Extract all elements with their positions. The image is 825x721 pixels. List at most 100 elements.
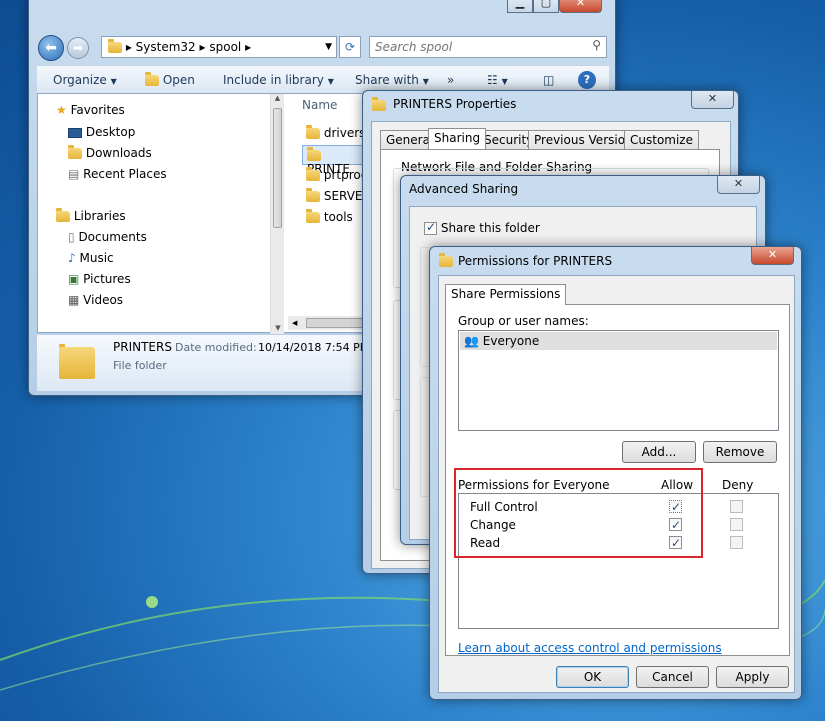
highlight-box: [454, 468, 703, 558]
users-icon: 👥: [464, 334, 479, 348]
permissions-client: Share Permissions Group or user names: 👥…: [438, 275, 795, 693]
chevron-down-icon[interactable]: ▼: [325, 37, 332, 57]
recent-places-icon: ▤: [68, 167, 80, 181]
pictures-icon: ▣: [68, 272, 80, 286]
search-box[interactable]: ⚲: [369, 36, 607, 58]
command-bar: Organize ▼ Open Include in library ▼ Sha…: [37, 65, 609, 93]
close-button[interactable]: ✕: [751, 247, 794, 265]
open-button[interactable]: Open: [145, 66, 195, 94]
favorites-header[interactable]: ★ Favorites: [56, 103, 125, 117]
folder-icon: [306, 209, 320, 223]
help-icon[interactable]: ?: [578, 71, 596, 89]
breadcrumb-system32[interactable]: System32: [136, 40, 196, 54]
deny-checkbox-full-control[interactable]: [730, 500, 743, 513]
nav-item-desktop[interactable]: Desktop: [68, 125, 135, 139]
nav-scrollbar[interactable]: ▲ ▼: [270, 94, 284, 334]
folder-icon: [306, 125, 320, 139]
nav-item-documents[interactable]: ▯ Documents: [68, 230, 147, 244]
address-bar[interactable]: ▸ System32 ▸ spool ▸ ▼: [101, 36, 337, 58]
properties-title: PRINTERS Properties: [393, 97, 517, 111]
scroll-thumb[interactable]: [273, 108, 282, 228]
scroll-thumb[interactable]: [305, 318, 366, 328]
folder-large-icon: [59, 344, 95, 379]
nav-item-music[interactable]: ♪ Music: [68, 251, 114, 265]
chevron-down-icon: ▼: [327, 77, 334, 86]
tab-sharing[interactable]: Sharing: [428, 128, 487, 149]
refresh-icon: ⟳: [344, 40, 356, 54]
scroll-down-icon[interactable]: ▼: [271, 324, 285, 332]
chevron-down-icon: ▼: [422, 77, 429, 86]
include-library-menu[interactable]: Include in library ▼: [223, 66, 334, 96]
close-button[interactable]: ✕: [691, 91, 734, 109]
file-item-tools[interactable]: tools: [306, 209, 353, 224]
forward-arrow-icon: ➡: [72, 41, 84, 55]
folder-open-icon: [145, 72, 159, 86]
videos-icon: ▦: [68, 293, 80, 307]
search-icon: ⚲: [592, 38, 601, 52]
deny-header: Deny: [722, 478, 754, 492]
back-arrow-icon: ⬅: [45, 40, 57, 56]
remove-button[interactable]: Remove: [703, 441, 777, 463]
libraries-icon: [56, 208, 70, 222]
cancel-button[interactable]: Cancel: [636, 666, 709, 688]
share-folder-label: Share this folder: [440, 221, 540, 235]
folder-icon: [306, 188, 320, 202]
breadcrumb-sep-icon: ▸: [199, 40, 210, 54]
organize-menu[interactable]: Organize ▼: [53, 66, 117, 96]
share-folder-checkbox[interactable]: Share this folder: [424, 220, 540, 235]
scroll-left-icon[interactable]: ◀: [292, 319, 297, 327]
nav-item-pictures[interactable]: ▣ Pictures: [68, 272, 131, 286]
user-item-everyone[interactable]: 👥 Everyone: [460, 332, 777, 350]
file-item-prtprocs[interactable]: prtproc: [306, 167, 367, 182]
permissions-title: Permissions for PRINTERS: [458, 254, 613, 268]
music-icon: ♪: [68, 251, 76, 265]
checkbox[interactable]: [424, 220, 437, 235]
documents-icon: ▯: [68, 230, 75, 244]
minimize-button[interactable]: ▁: [507, 0, 533, 13]
folder-icon: [306, 167, 320, 181]
search-input[interactable]: [370, 37, 580, 57]
nav-item-recent-places[interactable]: ▤ Recent Places: [68, 167, 167, 181]
folder-icon: [108, 39, 122, 53]
details-name: PRINTERS: [113, 340, 172, 354]
close-button[interactable]: ✕: [559, 0, 602, 13]
navigation-pane: ★ Favorites Desktop Downloads ▤ Recent P…: [38, 94, 284, 334]
nav-item-downloads[interactable]: Downloads: [68, 145, 152, 160]
file-item-drivers[interactable]: drivers: [306, 125, 365, 140]
tab-share-permissions[interactable]: Share Permissions: [445, 284, 567, 305]
folder-icon: [307, 147, 321, 161]
downloads-icon: [68, 145, 82, 159]
breadcrumb-sep-icon: ▸: [125, 40, 136, 54]
user-list[interactable]: 👥 Everyone: [458, 330, 779, 431]
details-modified-label: Date modified:: [175, 341, 257, 354]
permissions-window: Permissions for PRINTERS ✕ Share Permiss…: [429, 246, 802, 700]
column-header-name[interactable]: Name: [302, 98, 337, 112]
nav-item-videos[interactable]: ▦ Videos: [68, 293, 123, 307]
details-type: File folder: [113, 359, 167, 372]
advanced-title: Advanced Sharing: [409, 182, 519, 196]
apply-button[interactable]: Apply: [716, 666, 789, 688]
libraries-header[interactable]: Libraries: [56, 208, 126, 223]
breadcrumb-spool[interactable]: spool: [209, 40, 241, 54]
back-button[interactable]: ⬅: [38, 35, 64, 61]
scroll-up-icon[interactable]: ▲: [271, 94, 284, 106]
add-button[interactable]: Add...: [622, 441, 696, 463]
tab-customize[interactable]: Customize: [624, 130, 699, 149]
close-button[interactable]: ✕: [717, 176, 760, 194]
group-user-label: Group or user names:: [458, 314, 589, 328]
ok-button[interactable]: OK: [556, 666, 629, 688]
access-control-link[interactable]: Learn about access control and permissio…: [458, 641, 722, 655]
refresh-button[interactable]: ⟳: [339, 36, 361, 58]
deny-checkbox-change[interactable]: [730, 518, 743, 531]
folder-icon: [439, 253, 453, 267]
deny-checkbox-read[interactable]: [730, 536, 743, 549]
desktop-icon: [68, 127, 82, 138]
breadcrumb-sep-icon: ▸: [245, 40, 252, 54]
maximize-button[interactable]: ▢: [533, 0, 559, 13]
tab-panel: Group or user names: 👥 Everyone Add... R…: [445, 304, 790, 656]
forward-button[interactable]: ➡: [67, 37, 89, 59]
details-modified-value: 10/14/2018 7:54 PM: [258, 341, 370, 354]
chevron-down-icon: ▼: [110, 77, 117, 86]
folder-icon: [372, 97, 386, 111]
star-icon: ★: [56, 103, 67, 117]
